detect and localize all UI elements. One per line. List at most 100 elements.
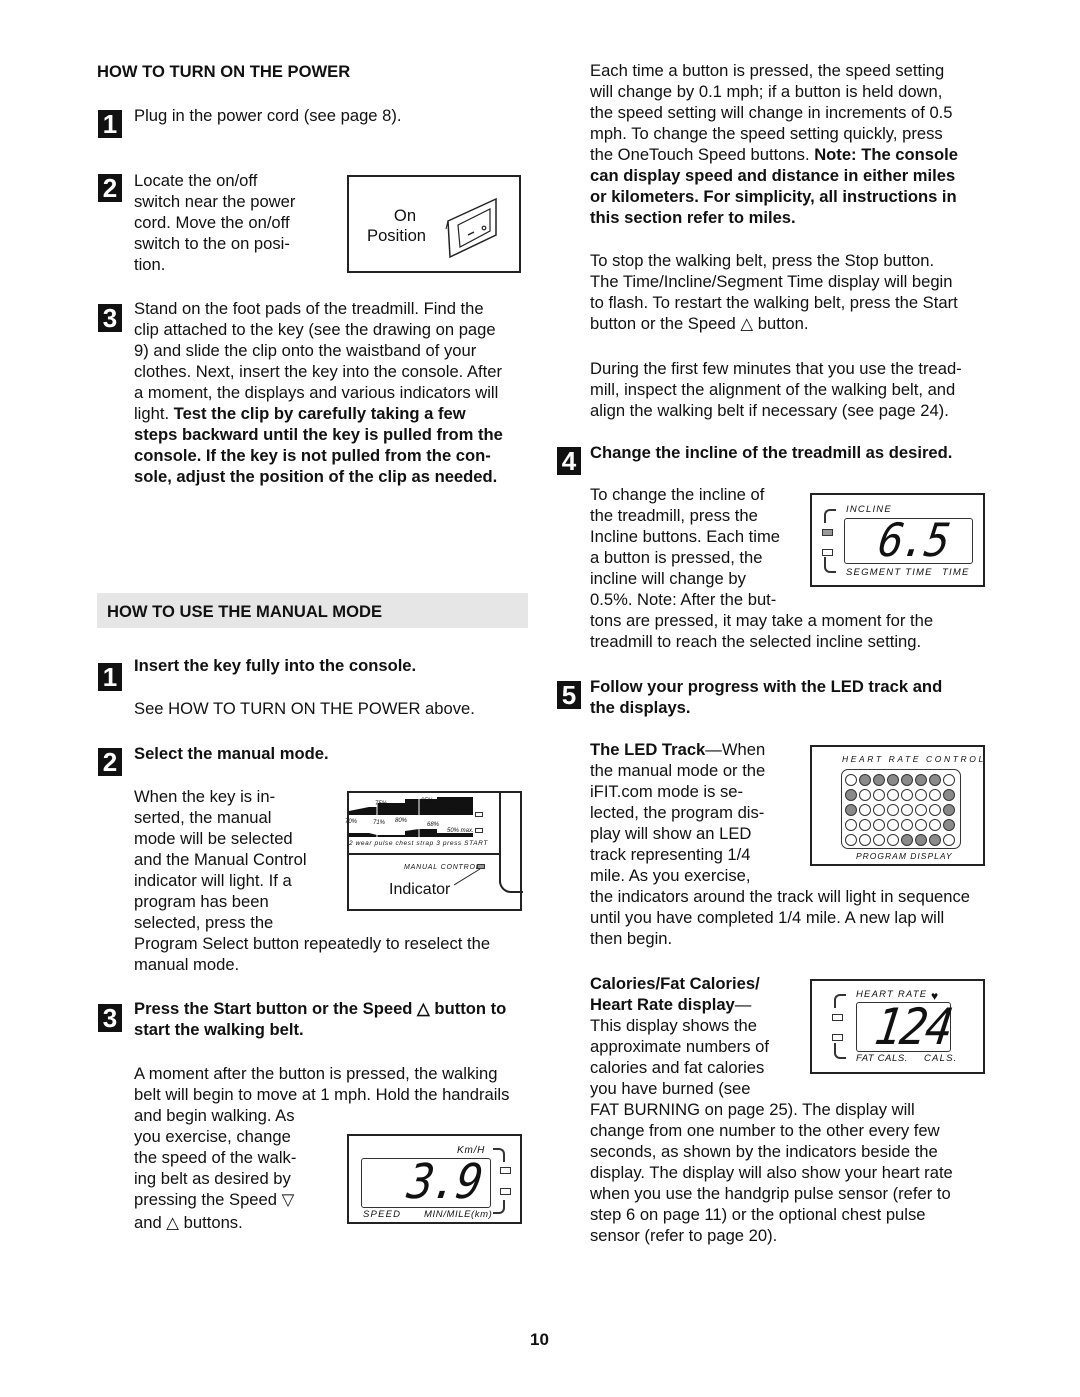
led-off — [887, 803, 899, 816]
text-line: align the walking belt if necessary (see… — [590, 401, 949, 420]
text-line: tons are pressed, it may take a moment f… — [590, 611, 934, 630]
warning-text: Test the clip by carefully taking a few — [173, 404, 466, 423]
calories-indicator — [832, 1034, 843, 1041]
text-line: 0.5%. Note: After the but- — [590, 590, 777, 609]
led-on — [929, 833, 941, 846]
led-off — [943, 773, 955, 786]
text-line: the speed setting will change in increme… — [590, 103, 953, 122]
led-off — [915, 788, 927, 801]
led-on — [915, 833, 927, 846]
led-on — [845, 803, 857, 816]
text-line: start the walking belt. — [134, 1020, 304, 1039]
step-number-badge: 2 — [98, 174, 122, 203]
led-off — [859, 788, 871, 801]
step-heading: Select the manual mode. — [134, 744, 329, 763]
pointer-line — [454, 868, 481, 886]
led-off — [887, 833, 899, 846]
console-edge — [499, 863, 523, 893]
text-line: display. The display will also show your… — [590, 1163, 953, 1182]
warning-text: sole, adjust the position of the clip as… — [134, 467, 498, 486]
pct-label: 71% — [373, 820, 386, 826]
step-number-badge: 2 — [98, 748, 122, 777]
bracket — [493, 1148, 505, 1162]
segment-time-indicator — [822, 549, 833, 556]
bracket — [834, 994, 846, 1008]
led-off — [859, 833, 871, 846]
led-off — [915, 803, 927, 816]
led-on — [901, 833, 913, 846]
text-line: sensor (refer to page 20). — [590, 1226, 778, 1245]
led-track-term: The LED Track — [590, 740, 706, 759]
text-line: a moment, the displays and various indic… — [134, 383, 499, 402]
text-line: switch to the on posi- — [134, 234, 290, 253]
text-line: to flash. To restart the walking belt, p… — [590, 293, 958, 312]
text-span: — — [734, 995, 752, 1014]
text-line: Stand on the foot pads of the treadmill.… — [134, 299, 484, 318]
bracket — [824, 509, 836, 523]
time-label: TIME — [942, 567, 970, 578]
text-line: change from one number to the other ever… — [590, 1121, 940, 1140]
alignment-info-paragraph: During the first few minutes that you us… — [590, 358, 962, 421]
indicator-callout: Indicator — [389, 881, 451, 898]
led-on — [943, 818, 955, 831]
step-number-badge: 4 — [557, 447, 581, 476]
fat-cals-label: FAT CALS. — [856, 1053, 909, 1064]
speed-display-figure: Km/H 3.9 SPEED MIN/MILE(km) — [347, 1134, 522, 1224]
program-display-figure: HEART RATE CONTROL PROGRAM DISPLAY — [810, 745, 985, 866]
led-off — [845, 773, 857, 786]
text-span: the OneTouch Speed buttons. — [590, 145, 815, 164]
manual-control-figure: 75% 85% 50% max. 70% 71% 80% 68% 50% max… — [345, 791, 523, 911]
divider — [349, 853, 499, 855]
min-mile-label: MIN/MILE(km) — [424, 1209, 493, 1220]
cals-label: CALS. — [924, 1053, 958, 1064]
text-line: A moment after the button is pressed, th… — [134, 1064, 498, 1083]
speed-label: SPEED — [363, 1209, 402, 1220]
page-number: 10 — [530, 1330, 549, 1349]
pct-label: 70% — [345, 819, 358, 825]
heart-rate-indicator — [832, 1014, 843, 1021]
text-line: switch near the power — [134, 192, 296, 211]
rocker-switch-icon — [445, 197, 497, 259]
led-off — [943, 833, 955, 846]
text-line: Follow your progress with the LED track … — [590, 677, 943, 696]
text-line: the indicators around the track will lig… — [590, 887, 971, 906]
led-off — [901, 803, 913, 816]
step-heading: Follow your progress with the LED track … — [590, 676, 942, 718]
step-heading: Insert the key fully into the console. — [134, 656, 417, 675]
bracket — [493, 1200, 505, 1214]
led-off — [859, 818, 871, 831]
calories-lcd: 124 — [856, 998, 955, 1056]
led-off — [873, 788, 885, 801]
bracket — [824, 557, 836, 573]
step-text: Locate the on/off switch near the power … — [134, 170, 295, 275]
pct-label: 80% — [395, 818, 408, 824]
led-off — [901, 788, 913, 801]
text-span: —When — [705, 740, 766, 759]
text-line: will change by 0.1 mph; if a button is h… — [590, 82, 943, 101]
led-off — [873, 833, 885, 846]
on-label: On — [393, 206, 417, 225]
led-on — [929, 773, 941, 786]
indicator-light — [475, 828, 483, 833]
led-on — [943, 788, 955, 801]
step-text: Plug in the power cord (see page 8). — [134, 106, 402, 125]
manual-section-title: HOW TO USE THE MANUAL MODE — [107, 602, 383, 621]
note-text: this section refer to miles. — [590, 208, 796, 227]
text-line: selected, press the — [134, 913, 274, 932]
led-off — [901, 818, 913, 831]
calories-term: Heart Rate display — [590, 995, 735, 1014]
led-off — [887, 818, 899, 831]
led-off — [873, 818, 885, 831]
warning-text: console. If the key is not pulled from t… — [134, 446, 491, 465]
text-line: seconds, as shown by the indicators besi… — [590, 1142, 938, 1161]
step-number-badge: 5 — [557, 681, 581, 710]
pct-label: 50% max. — [447, 828, 474, 834]
text-line: treadmill to reach the selected incline … — [590, 632, 922, 651]
speed-lcd: 3.9 — [361, 1154, 491, 1210]
note-text: can display speed and distance in either… — [590, 166, 956, 185]
text-line: and begin walking. As — [134, 1106, 295, 1125]
led-row — [845, 817, 957, 832]
text-line: FAT BURNING on page 25). The display wil… — [590, 1100, 915, 1119]
led-off — [845, 833, 857, 846]
incline-display-figure: INCLINE 6.5 SEGMENT TIME TIME — [810, 493, 985, 587]
